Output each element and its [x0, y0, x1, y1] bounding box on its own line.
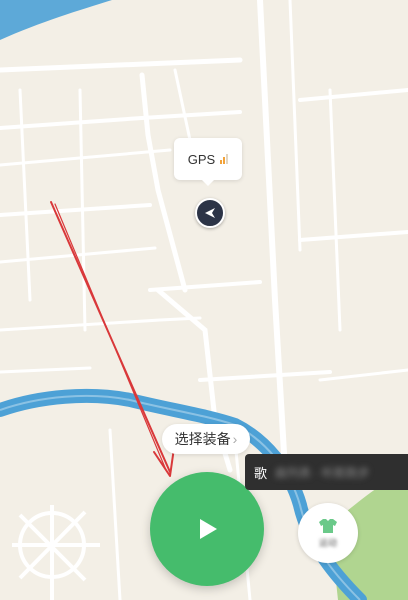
sport-mode-button[interactable]: 运动 [298, 503, 358, 563]
location-arrow-icon [205, 208, 215, 218]
select-equipment-button[interactable]: 选择装备 › [162, 424, 250, 454]
play-icon [200, 519, 217, 539]
chevron-right-icon: › [232, 431, 238, 447]
select-equipment-label: 选择装备 [174, 431, 231, 447]
current-location-marker [195, 198, 225, 228]
shirt-icon [319, 518, 337, 533]
song-panel-blurred-text: 曲列表 · 听歌跑步 [275, 465, 370, 480]
signal-strength-icon [220, 154, 229, 164]
gps-signal-badge: GPS [174, 138, 242, 186]
sport-mode-label: 运动 [318, 537, 337, 548]
song-panel-label: 歌 [254, 465, 268, 481]
gps-label: GPS [187, 151, 216, 167]
song-list-panel[interactable]: 歌 曲列表 · 听歌跑步 [245, 454, 408, 490]
